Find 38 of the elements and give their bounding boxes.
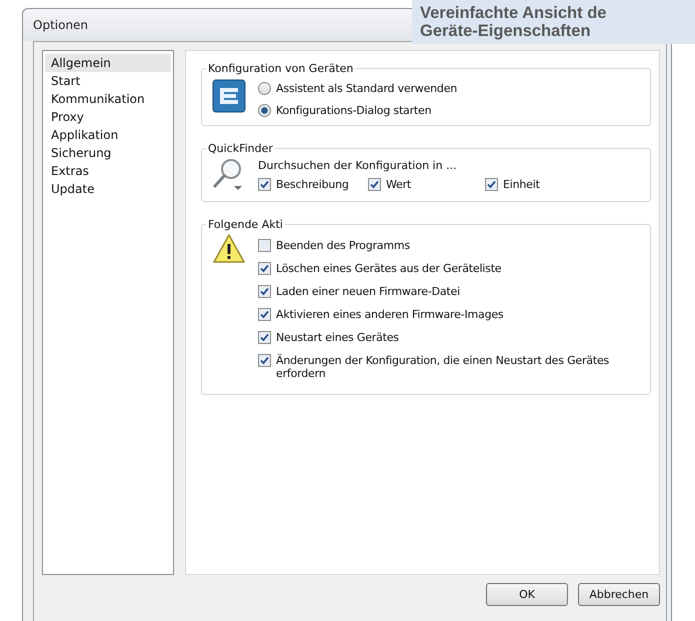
window-title: Optionen (33, 18, 88, 32)
category-item[interactable]: Allgemein (45, 54, 171, 72)
warning-icon (212, 233, 246, 265)
category-item[interactable]: Kommunikation (45, 90, 171, 108)
checkbox-option[interactable]: Beenden des Programms (258, 239, 638, 252)
checkmark-icon (260, 264, 269, 273)
checkbox-option[interactable]: Beschreibung (258, 178, 368, 191)
radio-option[interactable]: Konfigurations-Dialog starten (258, 104, 458, 117)
category-item[interactable]: Extras (45, 162, 171, 180)
checkmark-icon (260, 310, 269, 319)
group-title: QuickFinder (207, 142, 274, 155)
checkmark-icon (260, 287, 269, 296)
checkbox-option[interactable]: Laden einer neuen Firmware-Datei (258, 285, 638, 298)
checkmark-icon (487, 180, 496, 189)
checkmark-icon (370, 180, 379, 189)
checkbox-option[interactable]: Änderungen der Konfiguration, die einen Neustart des Gerätes erfordern (258, 354, 638, 380)
checkbox-option[interactable]: Wert (368, 178, 485, 191)
category-item[interactable]: Sicherung (45, 144, 171, 162)
checkbox-option[interactable]: Löschen eines Gerätes aus der Geräteliste (258, 262, 638, 275)
cancel-button[interactable]: Abbrechen (578, 583, 660, 606)
group-title: Folgende Akti (207, 218, 284, 231)
checkbox-option[interactable]: Einheit (485, 178, 605, 191)
callout-text: Vereinfachte Ansicht de (420, 4, 608, 22)
category-item[interactable]: Start (45, 72, 171, 90)
ok-button[interactable]: OK (486, 583, 568, 606)
checkbox-option[interactable]: Neustart eines Gerätes (258, 331, 638, 344)
checkmark-icon (260, 356, 269, 365)
checkmark-icon (260, 333, 269, 342)
category-item[interactable]: Proxy (45, 108, 171, 126)
device-config-icon (212, 79, 246, 113)
radio-option[interactable]: Assistent als Standard verwenden (258, 82, 458, 95)
callout-text: Geräte-Eigenschaften (420, 22, 592, 40)
group-title: Konfiguration von Geräten (207, 62, 354, 75)
checkmark-icon (260, 180, 269, 189)
category-item[interactable]: Applikation (45, 126, 171, 144)
checkbox-option[interactable]: Aktivieren eines anderen Firmware-Images (258, 308, 638, 321)
search-description: Durchsuchen der Konfiguration in ... (258, 159, 458, 172)
category-item[interactable]: Update (45, 180, 171, 198)
